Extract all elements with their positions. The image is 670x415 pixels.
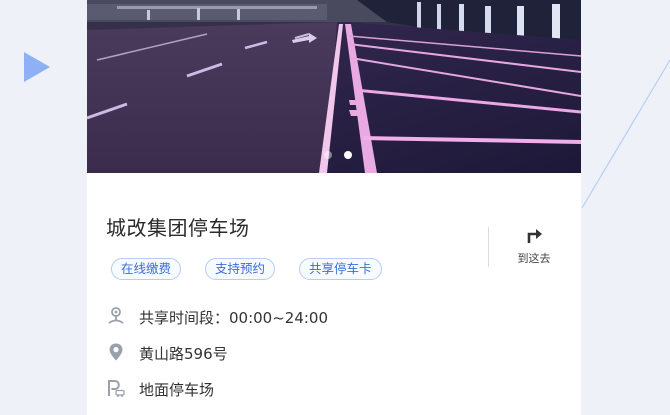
shared-time-icon <box>108 307 124 324</box>
parking-type-text: 地面停车场 <box>139 381 215 399</box>
parking-lot-name: 城改集团停车场 <box>106 216 250 240</box>
navigate-button[interactable]: 到这去 <box>507 222 561 270</box>
address-text: 黄山路596号 <box>139 345 228 363</box>
turn-right-arrow-icon <box>527 229 542 243</box>
parking-lot-card: 城改集团停车场 在线缴费 支持预约 共享停车卡 到这去 共享时间段：00:00~… <box>87 0 581 415</box>
carousel-dot[interactable] <box>324 151 332 159</box>
parking-lot-image <box>87 0 581 173</box>
decorative-triangle <box>24 52 50 82</box>
parking-lot-photo[interactable] <box>87 0 581 173</box>
carousel-dot[interactable] <box>344 151 352 159</box>
navigate-label: 到这去 <box>517 252 551 265</box>
tag-online-payment: 在线缴费 <box>111 258 182 280</box>
nav-divider <box>488 227 489 267</box>
tag-shared-parking-card: 共享停车卡 <box>299 258 382 280</box>
parking-type-icon <box>108 380 125 397</box>
shared-time-text: 共享时间段：00:00~24:00 <box>139 309 329 327</box>
tag-reservation: 支持预约 <box>205 258 276 280</box>
decorative-line <box>581 60 670 209</box>
carousel-indicators <box>87 151 581 161</box>
location-pin-icon <box>109 343 123 361</box>
